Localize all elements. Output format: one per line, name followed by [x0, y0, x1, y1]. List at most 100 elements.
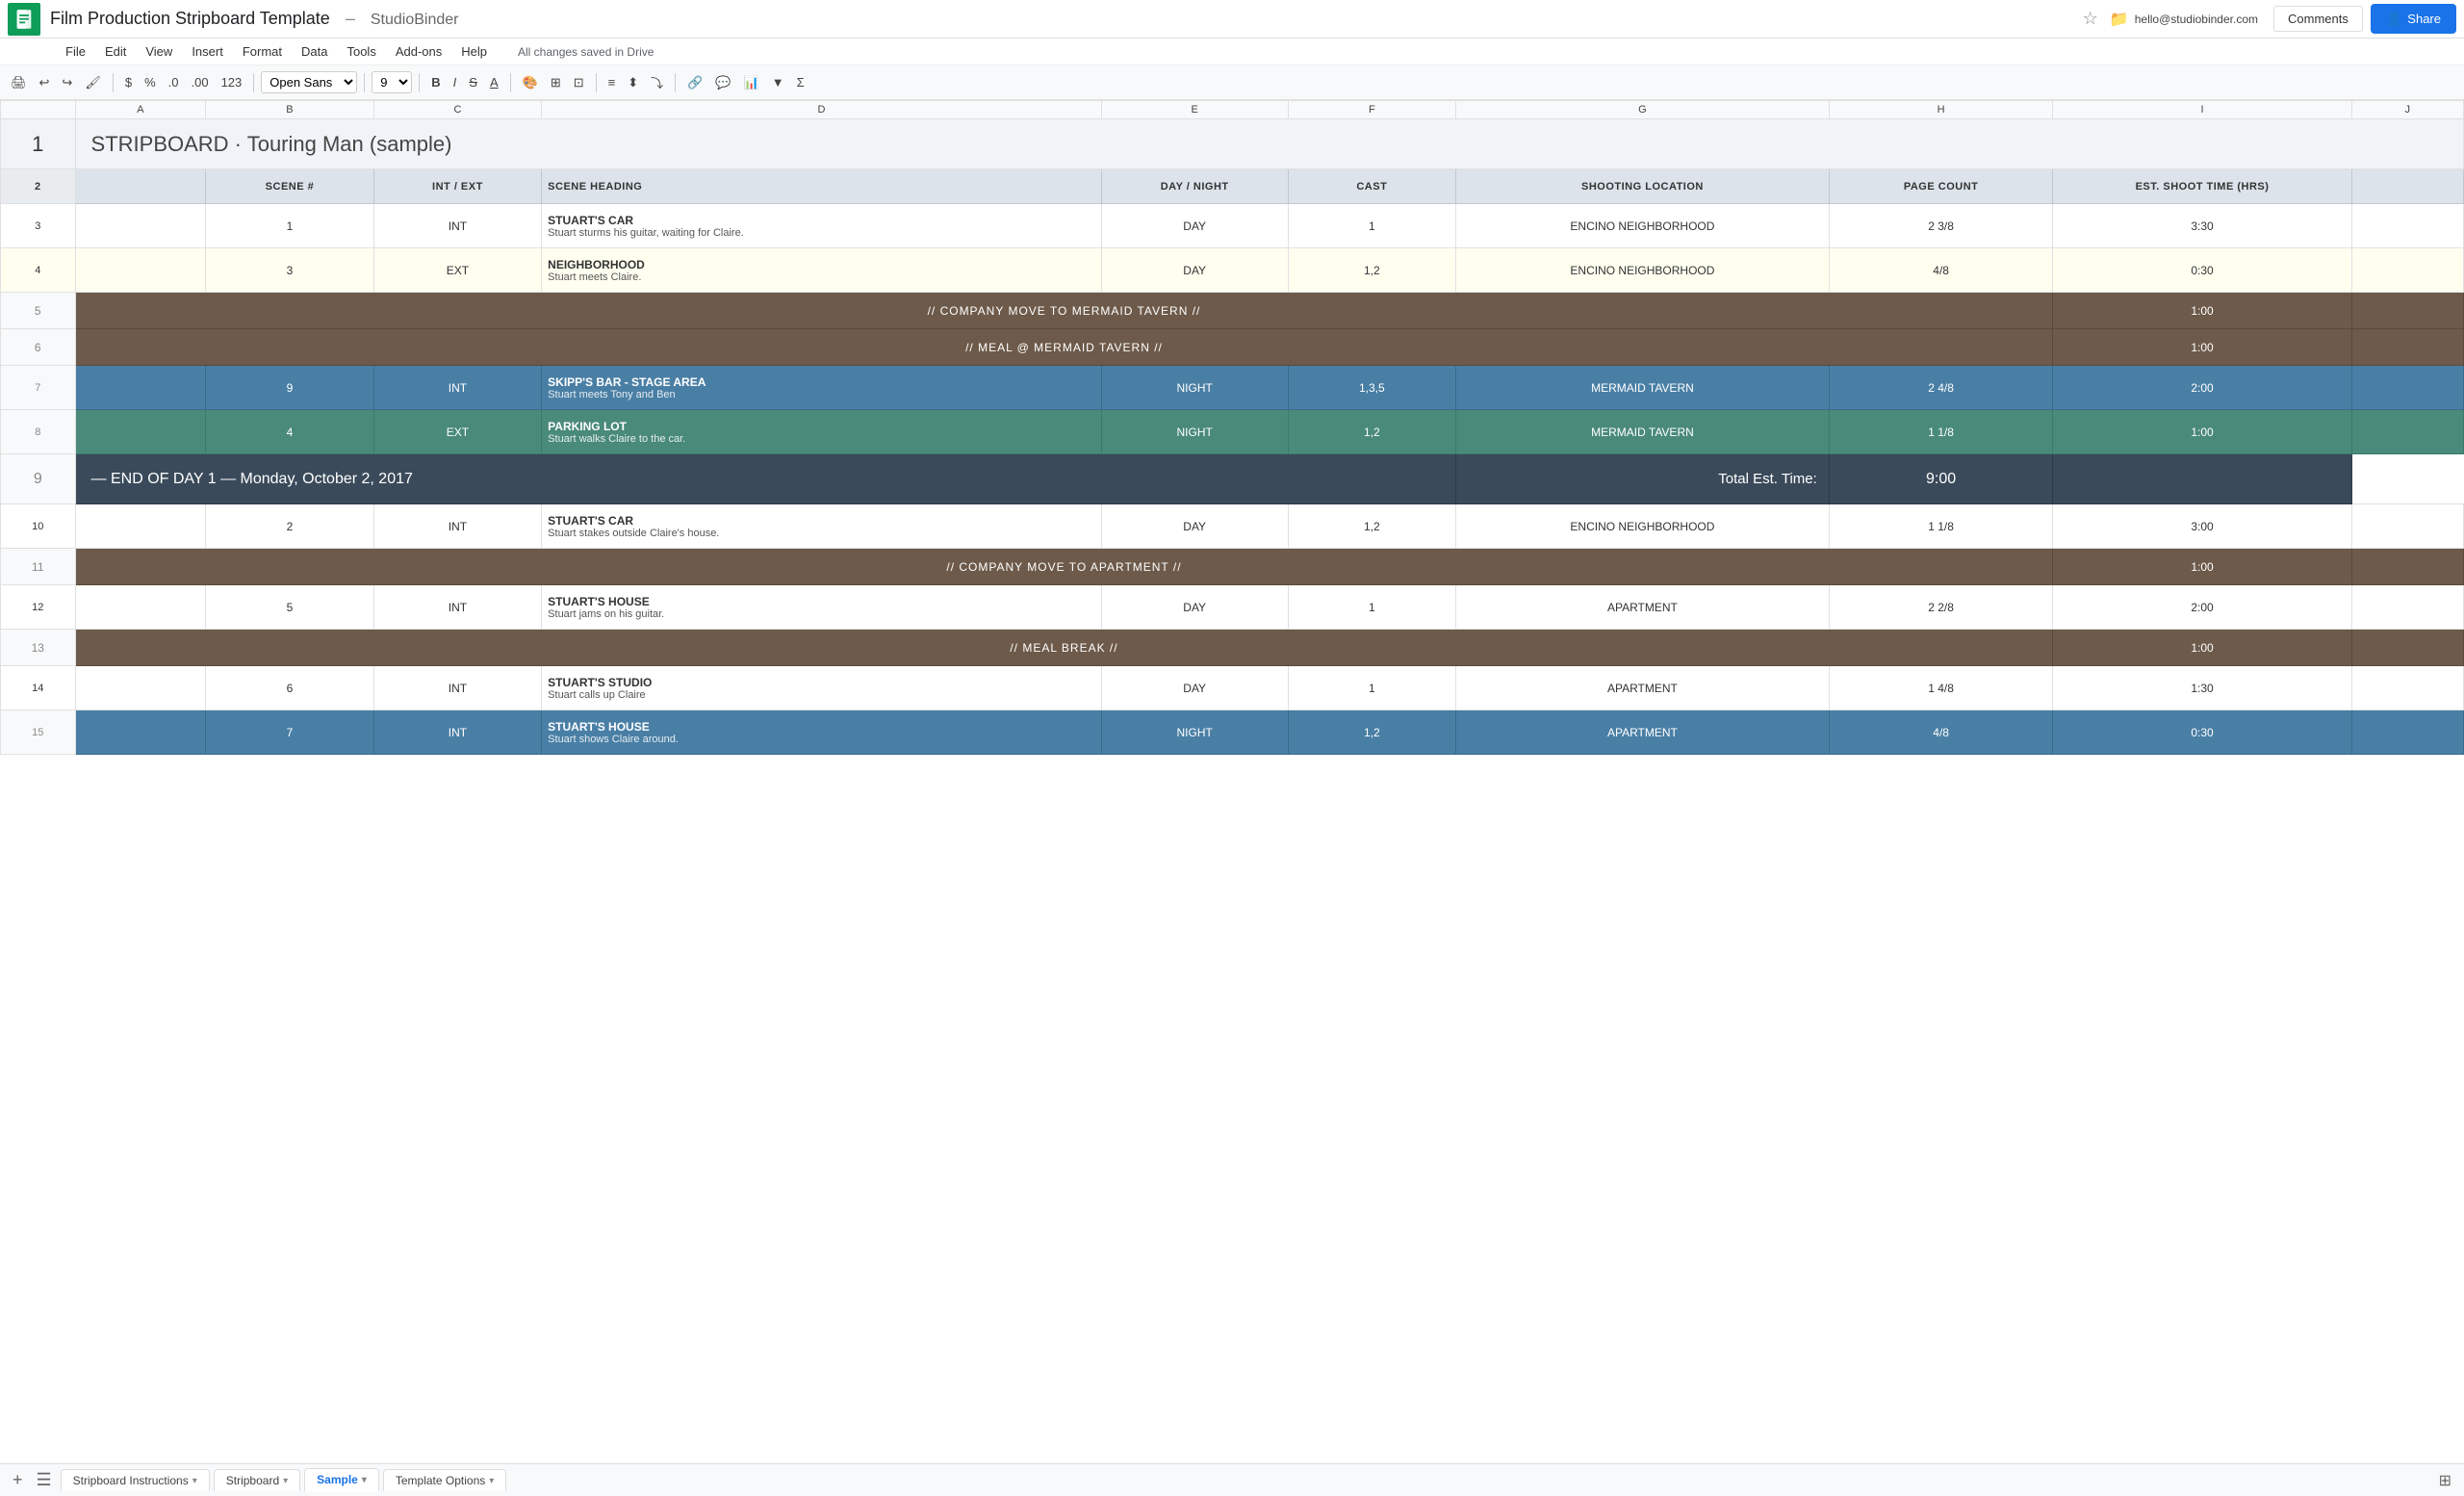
tab-stripboard[interactable]: Stripboard ▾ [214, 1469, 300, 1491]
currency-button[interactable]: $ [120, 72, 137, 92]
fill-color-button[interactable]: 🎨 [518, 72, 543, 93]
comment-button[interactable]: 💬 [710, 72, 735, 93]
header-location: SHOOTING LOCATION [1456, 169, 1830, 204]
doc-title: Film Production Stripboard Template – St… [50, 9, 2077, 29]
col-a[interactable]: A [75, 101, 206, 119]
tab-sample[interactable]: Sample ▾ [304, 1468, 379, 1492]
scene-desc-15: Stuart shows Claire around. [548, 734, 1095, 745]
cell-3i: 3:30 [2053, 204, 2351, 248]
col-i[interactable]: I [2053, 101, 2351, 119]
chart-button[interactable]: 📊 [739, 72, 764, 93]
percent-button[interactable]: % [140, 72, 161, 92]
tab-template-options[interactable]: Template Options ▾ [383, 1469, 506, 1491]
redo-button[interactable]: ↪ [57, 72, 77, 93]
cell-3e: DAY [1101, 204, 1288, 248]
cell-11-time: 1:00 [2053, 549, 2351, 585]
font-family-select[interactable]: Open Sans [261, 71, 357, 93]
header-col-a [75, 169, 206, 204]
menu-format[interactable]: Format [235, 42, 290, 61]
italic-button[interactable]: I [449, 72, 462, 92]
cell-4c: EXT [373, 248, 541, 293]
cell-11j [2351, 549, 2463, 585]
menu-file[interactable]: File [58, 42, 93, 61]
strikethrough-button[interactable]: S [464, 72, 482, 92]
valign-button[interactable]: ⬍ [623, 72, 643, 93]
row-num-11: 11 [1, 549, 76, 585]
scene-desc-14: Stuart calls up Claire [548, 689, 1095, 701]
tab-dropdown-arrow-3: ▾ [362, 1475, 367, 1485]
decimal-decrease[interactable]: .0 [164, 72, 184, 92]
table-row: 6 // MEAL @ MERMAID TAVERN // 1:00 [1, 329, 2464, 366]
cell-8i: 1:00 [2053, 410, 2351, 454]
print-button[interactable]: 🖨 [6, 72, 32, 93]
link-button[interactable]: 🔗 [682, 72, 707, 93]
tab-stripboard-label: Stripboard [226, 1474, 279, 1487]
cell-12f: 1 [1288, 585, 1455, 630]
decimal-increase[interactable]: .00 [186, 72, 213, 92]
cell-12a [75, 585, 206, 630]
cell-6j [2351, 329, 2463, 366]
cell-15g: APARTMENT [1456, 710, 1830, 755]
tab-dropdown-arrow-1: ▾ [192, 1476, 197, 1486]
cell-13-time: 1:00 [2053, 630, 2351, 666]
borders-button[interactable]: ⊞ [546, 72, 566, 93]
sheet-options-button[interactable]: ⊞ [2434, 1469, 2456, 1492]
cell-7e: NIGHT [1101, 366, 1288, 410]
col-f[interactable]: F [1288, 101, 1455, 119]
table-row: 10 2 INT STUART'S CAR Stuart stakes outs… [1, 504, 2464, 549]
col-h[interactable]: H [1829, 101, 2053, 119]
cell-10e: DAY [1101, 504, 1288, 549]
folder-icon[interactable]: 📁 [2110, 10, 2129, 29]
menu-addons[interactable]: Add-ons [388, 42, 449, 61]
cell-10h: 1 1/8 [1829, 504, 2053, 549]
col-d[interactable]: D [542, 101, 1102, 119]
scene-desc-8: Stuart walks Claire to the car. [548, 433, 1095, 445]
menu-data[interactable]: Data [294, 42, 335, 61]
cell-15h: 4/8 [1829, 710, 2053, 755]
cell-7f: 1,3,5 [1288, 366, 1455, 410]
cell-14i: 1:30 [2053, 666, 2351, 710]
cell-7a [75, 366, 206, 410]
col-e[interactable]: E [1101, 101, 1288, 119]
col-b[interactable]: B [206, 101, 373, 119]
row-num-1: 1 [1, 119, 76, 169]
app-logo [8, 3, 40, 36]
merge-button[interactable]: ⊡ [569, 72, 589, 93]
wrap-button[interactable]: ⤵ [646, 70, 668, 94]
undo-button[interactable]: ↩ [35, 72, 55, 93]
filter-button[interactable]: ▼ [767, 72, 789, 92]
underline-button[interactable]: A [485, 72, 503, 92]
menu-view[interactable]: View [138, 42, 180, 61]
scene-desc-3: Stuart sturms his guitar, waiting for Cl… [548, 227, 1095, 239]
star-icon[interactable]: ☆ [2083, 9, 2098, 29]
function-button[interactable]: Σ [792, 72, 809, 92]
cell-14e: DAY [1101, 666, 1288, 710]
col-g[interactable]: G [1456, 101, 1830, 119]
tab-bar: + ☰ Stripboard Instructions ▾ Stripboard… [0, 1463, 2464, 1496]
menu-help[interactable]: Help [453, 42, 495, 61]
col-j[interactable]: J [2351, 101, 2463, 119]
cell-4j [2351, 248, 2463, 293]
cell-14a [75, 666, 206, 710]
paint-format-button[interactable]: 🖌 [80, 72, 106, 93]
cell-8a [75, 410, 206, 454]
align-button[interactable]: ≡ [603, 72, 621, 92]
menu-tools[interactable]: Tools [339, 42, 383, 61]
table-row: 8 4 EXT PARKING LOT Stuart walks Claire … [1, 410, 2464, 454]
cell-12b: 5 [206, 585, 373, 630]
comments-button[interactable]: Comments [2273, 6, 2363, 32]
share-button[interactable]: 👤 Share [2371, 4, 2456, 34]
format-123[interactable]: 123 [217, 72, 247, 92]
table-row: 5 // COMPANY MOVE TO MERMAID TAVERN // 1… [1, 293, 2464, 329]
font-size-select[interactable]: 9 [372, 71, 412, 93]
tab-stripboard-instructions[interactable]: Stripboard Instructions ▾ [61, 1469, 210, 1491]
menu-edit[interactable]: Edit [97, 42, 134, 61]
cell-14g: APARTMENT [1456, 666, 1830, 710]
bold-button[interactable]: B [426, 72, 445, 92]
col-c[interactable]: C [373, 101, 541, 119]
menu-insert[interactable]: Insert [184, 42, 231, 61]
scene-desc-10: Stuart stakes outside Claire's house. [548, 528, 1095, 539]
add-sheet-button[interactable]: + [8, 1468, 28, 1492]
sheet-list-button[interactable]: ☰ [32, 1468, 57, 1492]
cell-3h: 2 3/8 [1829, 204, 2053, 248]
